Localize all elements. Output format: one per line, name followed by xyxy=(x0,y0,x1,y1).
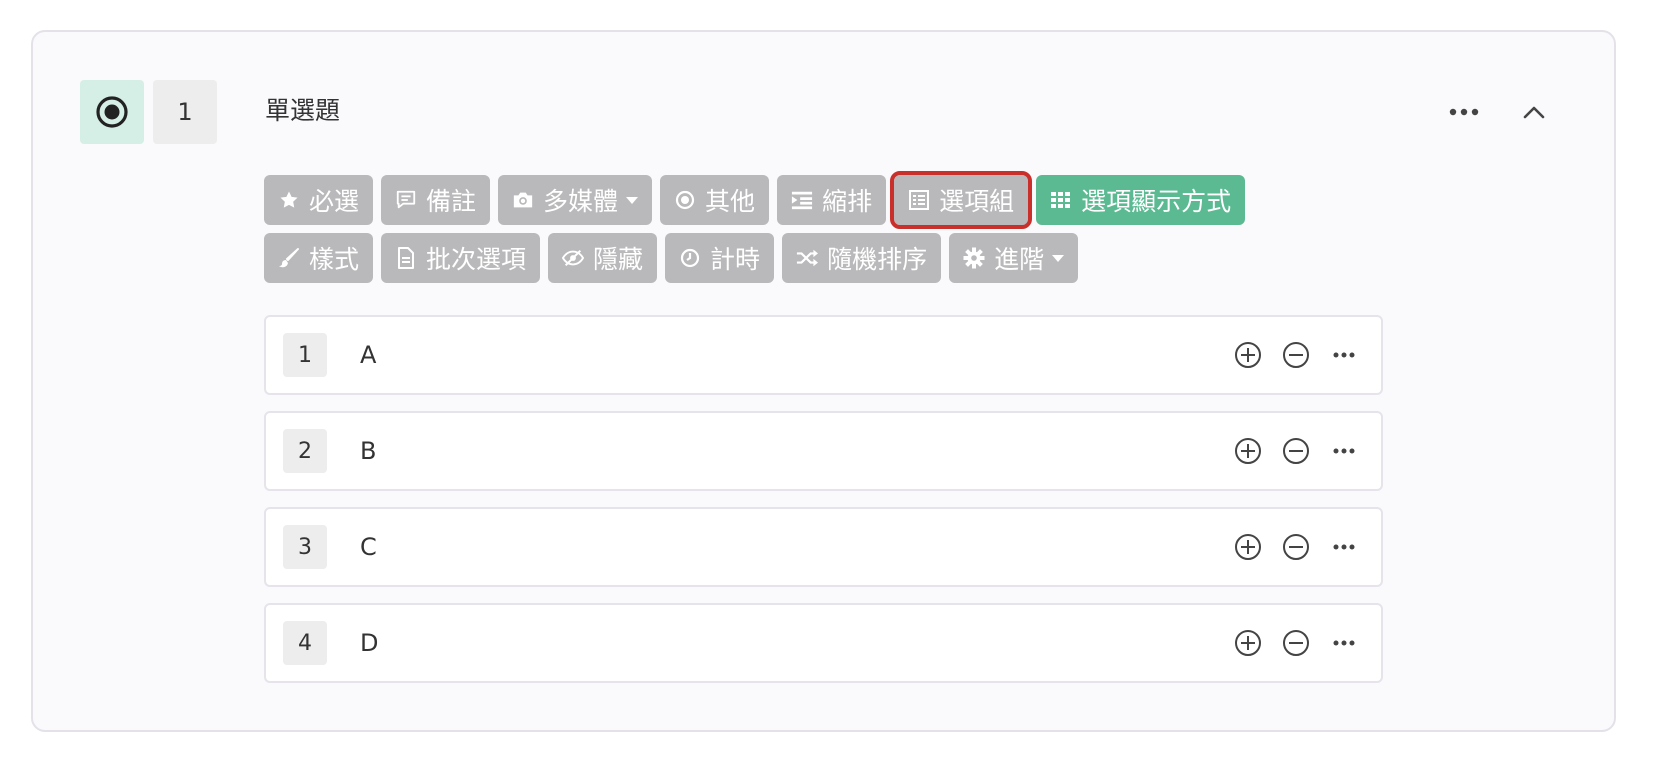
multimedia-label: 多媒體 xyxy=(543,187,619,216)
option-number: 3 xyxy=(283,525,327,569)
caret-down-icon xyxy=(626,196,639,204)
hide-label: 隱藏 xyxy=(593,245,644,274)
add-option-button[interactable] xyxy=(1232,531,1264,563)
style-label: 樣式 xyxy=(309,245,360,274)
timer-label: 計時 xyxy=(710,245,761,274)
option-display-button[interactable]: 選項顯示方式 xyxy=(1036,175,1246,225)
option-text[interactable]: A xyxy=(360,337,376,373)
required-label: 必選 xyxy=(309,187,360,216)
comment-icon xyxy=(395,189,417,211)
required-button[interactable]: 必選 xyxy=(264,175,374,225)
option-text[interactable]: D xyxy=(360,625,378,661)
ellipsis-icon xyxy=(1333,640,1355,646)
option-text[interactable]: B xyxy=(360,433,376,469)
minus-circle-icon xyxy=(1283,534,1309,560)
style-button[interactable]: 樣式 xyxy=(264,233,374,283)
option-number: 1 xyxy=(283,333,327,377)
indent-label: 縮排 xyxy=(822,187,873,216)
more-options-button[interactable] xyxy=(1446,94,1482,130)
batch-options-button[interactable]: 批次選項 xyxy=(381,233,541,283)
brush-icon xyxy=(278,247,300,269)
plus-circle-icon xyxy=(1235,534,1261,560)
caret-down-icon xyxy=(1052,254,1065,262)
shuffle-icon xyxy=(796,247,819,269)
add-option-button[interactable] xyxy=(1232,627,1264,659)
option-group-label: 選項組 xyxy=(939,187,1015,216)
minus-circle-icon xyxy=(1283,630,1309,656)
minus-circle-icon xyxy=(1283,342,1309,368)
file-icon xyxy=(395,247,417,269)
add-option-button[interactable] xyxy=(1232,435,1264,467)
radio-dot-icon xyxy=(674,189,696,211)
random-order-label: 隨機排序 xyxy=(827,245,928,274)
timer-button[interactable]: 計時 xyxy=(665,233,775,283)
option-more-button[interactable] xyxy=(1328,435,1360,467)
option-more-button[interactable] xyxy=(1328,339,1360,371)
indent-icon xyxy=(791,189,813,211)
remove-option-button[interactable] xyxy=(1280,531,1312,563)
option-row: 4 D xyxy=(264,603,1383,683)
plus-circle-icon xyxy=(1235,630,1261,656)
remove-option-button[interactable] xyxy=(1280,435,1312,467)
toolbar-row-1: 必選 備註 多媒體 其他 縮排 選項組 選項顯示方式 xyxy=(264,171,1364,229)
gear-icon xyxy=(963,247,985,269)
batch-options-label: 批次選項 xyxy=(426,245,527,274)
question-title[interactable]: 單選題 xyxy=(265,93,340,129)
list-box-icon xyxy=(908,189,930,211)
note-button[interactable]: 備註 xyxy=(381,175,491,225)
option-row: 2 B xyxy=(264,411,1383,491)
chevron-up-icon xyxy=(1523,106,1545,119)
eye-slash-icon xyxy=(562,247,585,269)
star-icon xyxy=(278,189,300,211)
ellipsis-icon xyxy=(1333,352,1355,358)
toolbar-row-2: 樣式 批次選項 隱藏 計時 隨機排序 進階 xyxy=(264,233,1364,283)
camera-icon xyxy=(512,189,534,211)
multimedia-dropdown[interactable]: 多媒體 xyxy=(498,175,653,225)
option-group-button[interactable]: 選項組 xyxy=(890,171,1033,229)
option-row: 1 A xyxy=(264,315,1383,395)
ellipsis-icon xyxy=(1449,108,1479,116)
hide-button[interactable]: 隱藏 xyxy=(548,233,658,283)
option-more-button[interactable] xyxy=(1328,627,1360,659)
option-more-button[interactable] xyxy=(1328,531,1360,563)
option-display-label: 選項顯示方式 xyxy=(1081,187,1232,216)
clock-icon xyxy=(679,247,701,269)
remove-option-button[interactable] xyxy=(1280,339,1312,371)
plus-circle-icon xyxy=(1235,438,1261,464)
other-button[interactable]: 其他 xyxy=(660,175,770,225)
question-number: 1 xyxy=(153,80,217,144)
question-type-badge xyxy=(80,80,144,144)
note-label: 備註 xyxy=(426,187,477,216)
option-number: 4 xyxy=(283,621,327,665)
question-toolbar: 必選 備註 多媒體 其他 縮排 選項組 選項顯示方式 樣式 批次選項 隱藏 計時… xyxy=(264,171,1364,291)
other-label: 其他 xyxy=(705,187,756,216)
plus-circle-icon xyxy=(1235,342,1261,368)
radio-dot-icon xyxy=(96,96,128,128)
add-option-button[interactable] xyxy=(1232,339,1264,371)
option-list: 1 A 2 B 3 C 4 D xyxy=(264,315,1383,699)
random-order-button[interactable]: 隨機排序 xyxy=(782,233,942,283)
indent-button[interactable]: 縮排 xyxy=(777,175,887,225)
collapse-button[interactable] xyxy=(1516,94,1552,130)
grid-icon xyxy=(1050,189,1072,211)
ellipsis-icon xyxy=(1333,544,1355,550)
ellipsis-icon xyxy=(1333,448,1355,454)
advanced-dropdown[interactable]: 進階 xyxy=(949,233,1079,283)
advanced-label: 進階 xyxy=(994,245,1045,274)
option-number: 2 xyxy=(283,429,327,473)
option-row: 3 C xyxy=(264,507,1383,587)
minus-circle-icon xyxy=(1283,438,1309,464)
option-text[interactable]: C xyxy=(360,529,377,565)
remove-option-button[interactable] xyxy=(1280,627,1312,659)
